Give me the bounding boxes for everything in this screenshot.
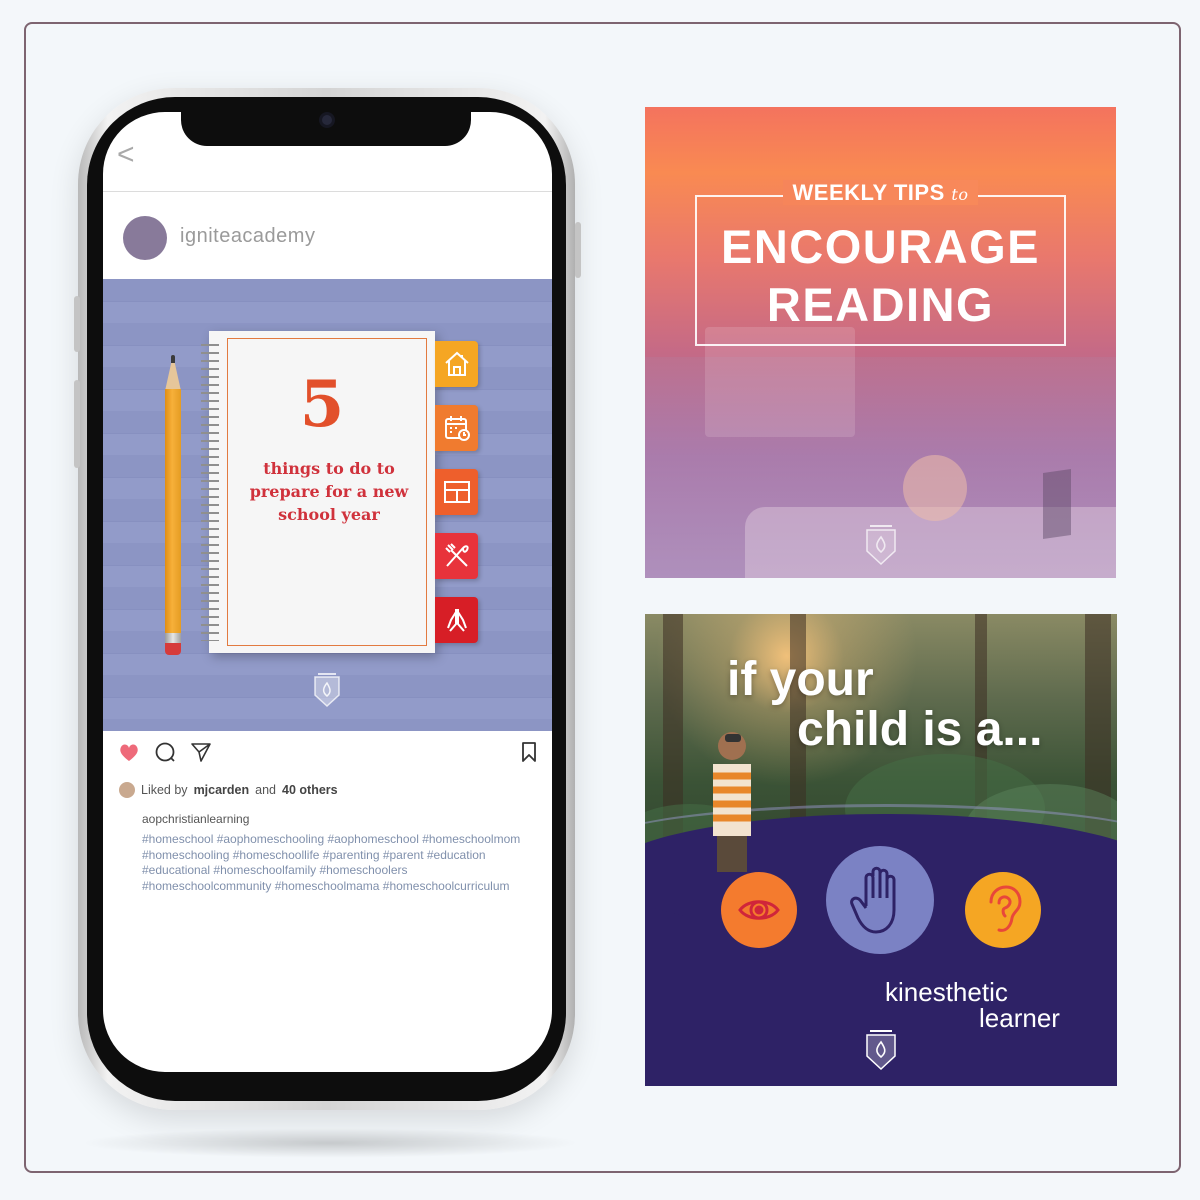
ear-icon [965,872,1041,948]
praying-hands-icon [435,597,478,643]
hand-icon [826,846,934,954]
liker-avatar[interactable] [119,782,135,798]
card1-title-line2: READING [766,278,995,331]
phone-shadow [80,1128,580,1158]
card2-headline-line1: if your [727,653,874,706]
card2-headline-line2: child is a... [797,703,1043,756]
likes-count[interactable]: 40 others [282,783,338,797]
likes-prefix: Liked by [141,783,188,797]
post-number: 5 [299,367,345,442]
post-username[interactable]: igniteacademy [180,225,315,248]
weekly-tips-label: WEEKLY TIPS to [645,180,1116,206]
phone-screen: < igniteacademy 5 things to do to prepar… [103,112,552,1072]
school-logo-icon [866,1030,896,1071]
likes-row: Liked by mjcarden and 40 others [119,782,338,798]
reading-tips-card: WEEKLY TIPS to ENCOURAGE READING [645,107,1116,578]
side-button-mute [575,222,581,278]
learner-label-line2: learner [979,1003,1060,1033]
back-icon[interactable]: < [117,138,135,172]
share-icon[interactable] [189,740,213,764]
learner-label: kinesthetic learner [885,979,1060,1031]
school-logo-icon [866,525,896,566]
pencil-illustration [165,355,181,655]
laptop-shape [1043,469,1071,539]
comment-icon[interactable] [153,740,177,764]
heart-icon[interactable] [117,740,141,764]
post-actions [103,740,552,770]
card1-title-line1: ENCOURAGE [720,220,1041,273]
post-image[interactable]: 5 things to do to prepare for a new scho… [103,279,552,731]
likes-middle: and [255,783,277,797]
notebook-illustration: 5 things to do to prepare for a new scho… [201,331,435,653]
post-title: things to do to prepare for a new school… [249,459,409,524]
side-button-volume-down [74,380,80,468]
bookmark-icon[interactable] [517,740,541,764]
side-button-volume-up [74,296,80,352]
liker-username[interactable]: mjcarden [194,783,250,797]
learner-label-line1: kinesthetic [885,977,1008,1007]
home-icon [435,341,478,387]
caption-username[interactable]: aopchristianlearning [142,812,249,826]
school-logo-icon [314,673,340,708]
caption-hashtags[interactable]: #homeschool #aophomeschooling #aophomesc… [142,832,522,894]
eye-icon [721,872,797,948]
child-with-binoculars [713,732,751,872]
child-head-shape [903,455,967,521]
learner-type-card: if your child is a... kinesthetic learne… [645,614,1117,1086]
camera-icon [319,112,335,128]
utensils-icon [435,533,478,579]
avatar[interactable] [123,216,167,260]
layout-icon [435,469,478,515]
calendar-icon [435,405,478,451]
